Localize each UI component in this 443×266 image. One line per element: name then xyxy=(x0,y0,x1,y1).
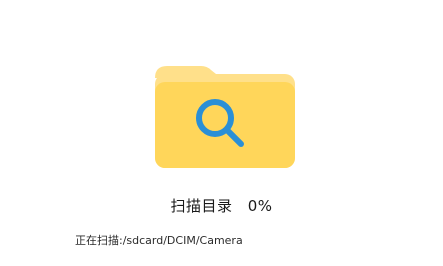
folder-search-icon xyxy=(155,64,295,168)
folder-body xyxy=(155,82,295,168)
current-scan-path: 正在扫描:/sdcard/DCIM/Camera xyxy=(75,234,243,247)
scan-status: 扫描目录 0% xyxy=(0,196,443,216)
scan-progress-value: 0% xyxy=(247,197,273,215)
scan-directory-view: 扫描目录 0% 正在扫描:/sdcard/DCIM/Camera xyxy=(0,0,443,266)
scan-title-label: 扫描目录 xyxy=(170,197,233,215)
